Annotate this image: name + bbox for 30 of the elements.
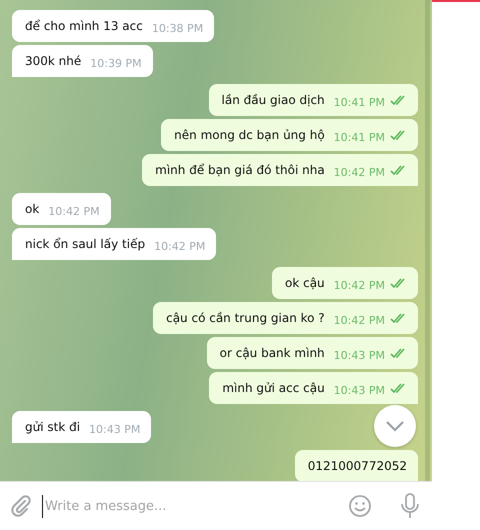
- message-text: mình để bạn giá đó thôi nha: [155, 162, 325, 179]
- message-time: 10:42 PM: [334, 314, 385, 328]
- attach-button[interactable]: [10, 495, 32, 517]
- message-time: 10:42 PM: [154, 240, 206, 254]
- message-time: 10:42 PM: [48, 205, 100, 219]
- message-time: 10:42 PM: [334, 279, 385, 293]
- emoji-button[interactable]: [348, 494, 372, 518]
- message-time: 10:42 PM: [334, 166, 385, 180]
- message-time: 10:43 PM: [334, 384, 385, 398]
- message-time: 10:43 PM: [334, 349, 385, 363]
- message-text: nên mong dc bạn ủng hộ: [174, 127, 325, 144]
- message-text: ok cậu: [285, 275, 325, 292]
- message-text: 300k nhé: [25, 53, 82, 70]
- message-text: lần đầu giao dịch: [222, 92, 325, 109]
- message-time: 10:38 PM: [152, 22, 204, 36]
- message-text: ok: [25, 201, 40, 218]
- message-text: để cho mình 13 acc: [25, 18, 143, 35]
- message-time: 10:41 PM: [334, 131, 385, 145]
- microphone-button[interactable]: [400, 493, 420, 519]
- message-text: or cậu bank mình: [220, 345, 325, 362]
- scroll-down-button[interactable]: [374, 405, 416, 447]
- message-text: nick ổn saul lấy tiếp: [25, 236, 146, 253]
- chevron-down-icon: [385, 420, 405, 432]
- message-text: 0121000772052: [308, 458, 407, 475]
- message-time: 10:41 PM: [334, 96, 385, 110]
- message-text: cậu có cần trung gian ko ?: [166, 310, 325, 327]
- message-time: 10:43 PM: [89, 423, 140, 437]
- message-time: 10:39 PM: [90, 57, 142, 71]
- message-text: gửi stk đi: [25, 419, 80, 436]
- message-text: mình gửi acc cậu: [222, 380, 325, 397]
